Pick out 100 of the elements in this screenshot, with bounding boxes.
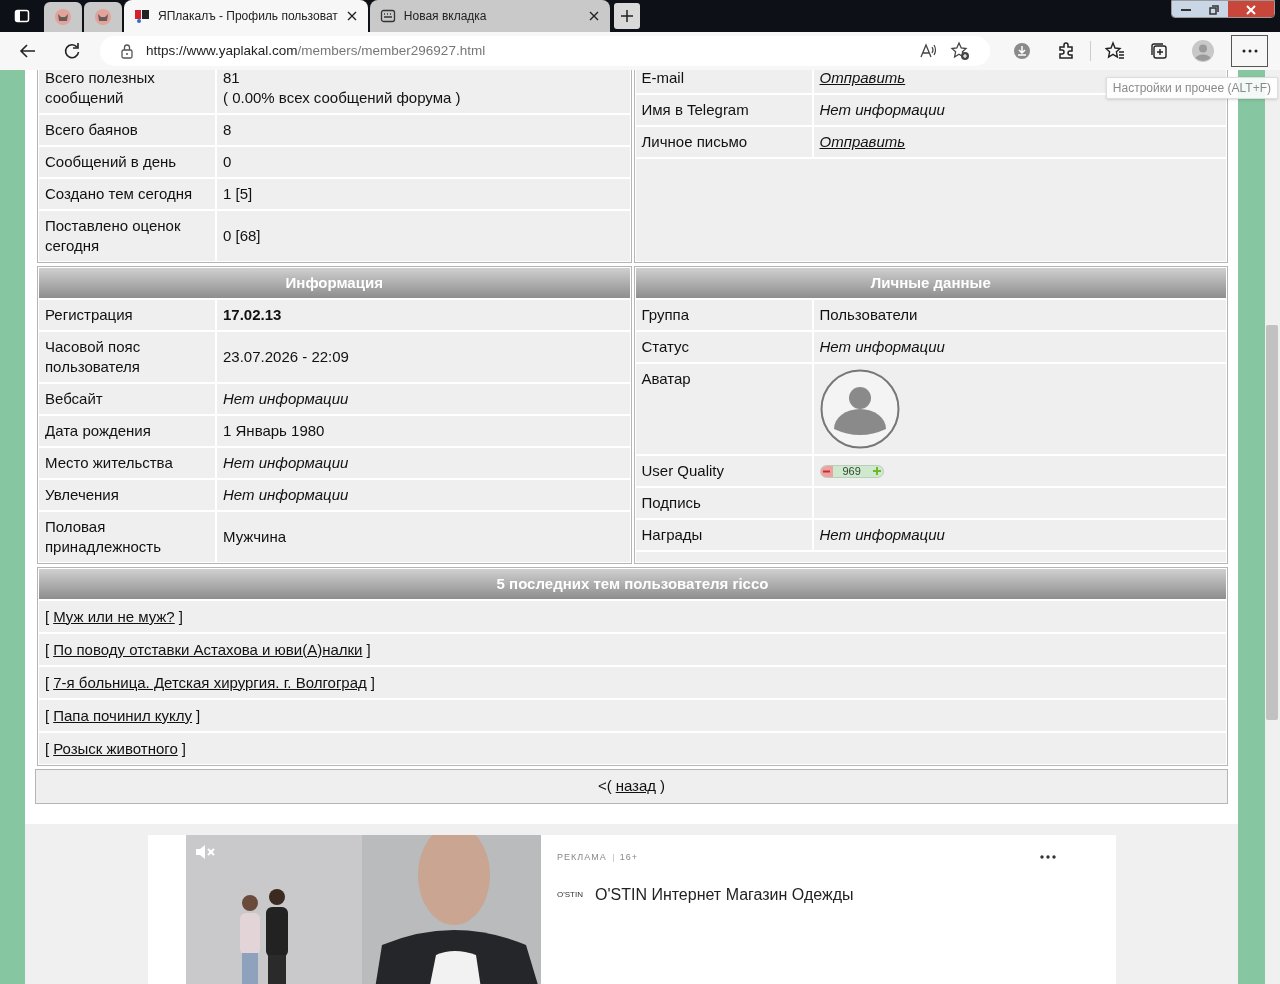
bracket-text: [ [45,606,50,627]
more-options-button[interactable] [1038,853,1058,861]
more-icon [1241,49,1258,53]
plus-icon [872,467,881,475]
row-label: Увлечения [39,480,215,510]
row-label: Статус [635,332,812,362]
row-label: Вебсайт [39,384,215,414]
reload-icon [62,41,82,61]
value-text: 81 [223,70,241,88]
topic-link[interactable]: Папа починил куклу [53,705,193,726]
topic-link[interactable]: Муж или не муж? [53,606,175,627]
send-link[interactable]: Отправить [819,132,906,152]
bracket-text: ] [178,606,183,627]
brand-logo: O'STIN [557,888,583,901]
row-label: Регистрация [39,300,215,330]
ad-title[interactable]: O'STIN Интернет Магазин Одежды [595,882,854,907]
topic-link[interactable]: Розыск животного [53,738,178,759]
tab-title: ЯПлакалъ - Профиль пользоват [158,8,338,25]
age-rating: 16+ [619,851,638,864]
section-header: Информация [39,268,630,298]
row-label: Группа [635,300,812,330]
row-label: Награды [635,520,812,550]
pinned-tab[interactable] [44,2,82,32]
url-text: https://www.yaplakal.com/members/member296927.html [146,41,487,60]
value-text: 23.07.2026 - 22:09 [223,347,349,367]
address-bar[interactable]: https://www.yaplakal.com/members/member296927.html [100,36,990,66]
send-link[interactable]: Отправить [819,70,906,88]
bracket-text: <( [597,776,612,797]
lock-icon [120,43,134,59]
bracket-text: [ [45,705,50,726]
browser-tab[interactable]: Новая вкладка [369,0,610,32]
pinned-tab[interactable] [84,2,122,32]
row-label: Поставлено оценок сегодня [39,211,215,261]
value-text: 1 [5] [223,184,254,204]
row-label: Имя в Telegram [635,95,812,125]
minus-button[interactable] [820,465,833,477]
value-text: Нет информации [819,525,945,545]
bracket-text: [ [45,672,50,693]
minimize-button[interactable] [1172,1,1200,17]
value-text: Нет информации [223,389,349,409]
row-label: User Quality [635,456,812,486]
value-text: Пользователи [819,305,918,325]
close-icon[interactable] [345,10,358,22]
new-tab-button[interactable] [613,3,640,29]
row-label: Сообщений в день [39,147,215,177]
row-label: Половая принадлежность [39,512,215,562]
close-window-button[interactable] [1228,1,1274,17]
value-text: Мужчина [223,527,287,547]
value-text: 17.02.13 [223,305,282,325]
bracket-text: ] [370,672,375,693]
back-link[interactable]: назад [615,775,657,798]
bracket-text: [ [45,639,50,660]
new-tab-page-icon [379,8,396,24]
row-label: Создано тем сегодня [39,179,215,209]
more-icon [1040,855,1056,859]
collections-icon [1149,41,1169,61]
restore-icon [1209,4,1219,15]
rating-value: 969 [841,465,862,477]
topic-link[interactable]: По поводу отставки Астахова и юви(А)налки [53,639,363,660]
topic-link[interactable]: 7-я больница. Детская хирургия. г. Волгоград [53,672,367,693]
value-text: 1 Январь 1980 [223,421,325,441]
row-label: E-mail [635,70,812,93]
row-label: Всего полезных сообщений [39,70,215,113]
minus-icon [823,469,830,473]
row-label: Подпись [635,488,812,518]
value-text: 0 [68] [223,226,262,246]
value-text: 8 [223,120,233,140]
profile-avatar-icon [1192,40,1214,62]
row-label: Часовой пояс пользователя [39,332,215,382]
bracket-text: ] [181,738,186,759]
plus-icon [619,9,634,23]
download-icon [1012,41,1032,61]
ad-label: РЕКЛАМА [557,851,607,864]
bracket-text: ] [366,639,371,660]
value-text: Нет информации [819,100,945,120]
section-header: Личные данные [635,268,1226,298]
row-label: Дата рождения [39,416,215,446]
puzzle-piece-icon [1056,41,1076,61]
value-text: ( 0.00% всех сообщений форума ) [223,88,462,108]
tab-actions-icon[interactable] [14,8,30,24]
value-text: Нет информации [223,453,349,473]
close-icon [1246,4,1256,15]
value-text: Нет информации [819,337,945,357]
settings-more-button[interactable] [1231,35,1268,67]
restore-button[interactable] [1200,1,1228,17]
favorites-icon [1105,41,1125,61]
value-text: 0 [223,152,233,172]
favorite-add-icon[interactable] [950,41,970,61]
bracket-text: ] [196,705,201,726]
bracket-text: [ [45,738,50,759]
row-label: Место жительства [39,448,215,478]
close-icon[interactable] [587,10,600,22]
row-label: Всего баянов [39,115,215,145]
tab-title: Новая вкладка [403,8,488,25]
bracket-text: ) [660,776,666,797]
row-label: Аватар [635,364,812,454]
avatar-placeholder-icon [819,369,900,449]
value-text: Нет информации [223,485,349,505]
tooltip: Настройки и прочее (ALT+F) [1105,77,1278,99]
browser-tab[interactable]: ЯПлакалъ - Профиль пользоват [124,0,368,32]
